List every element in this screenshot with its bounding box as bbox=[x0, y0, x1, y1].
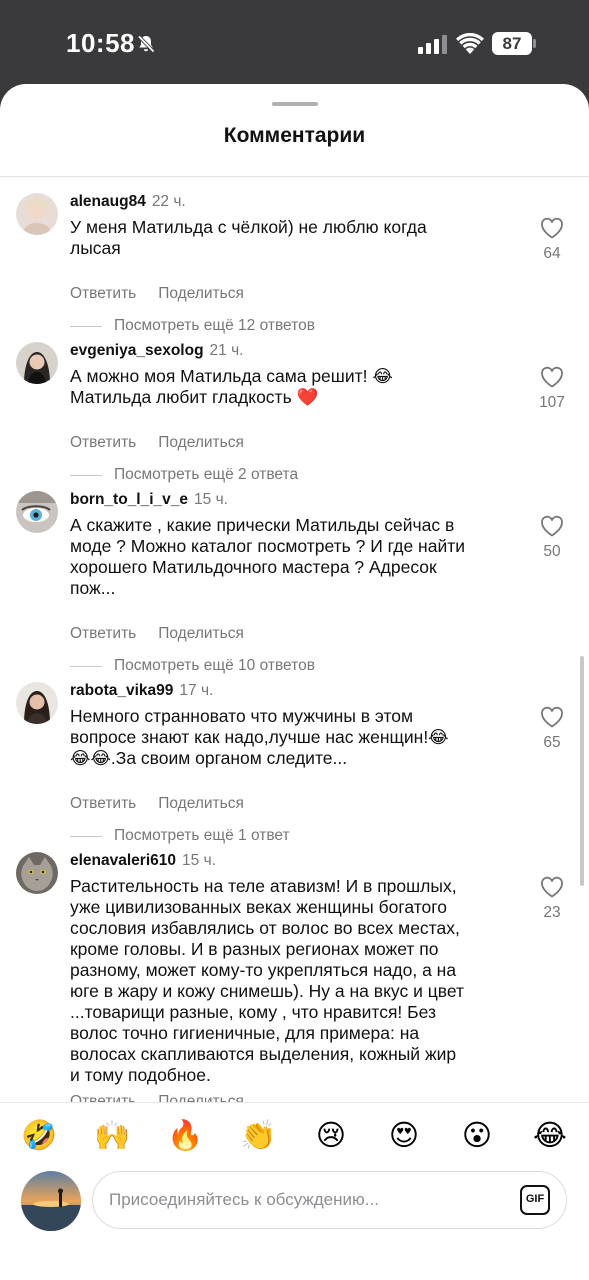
gif-button[interactable]: GIF bbox=[520, 1185, 550, 1215]
emoji-rofl[interactable]: 🤣 bbox=[21, 1117, 57, 1153]
reply-button[interactable]: Ответить bbox=[70, 434, 136, 451]
share-button[interactable]: Поделиться bbox=[158, 434, 244, 451]
comment-text: А можно моя Матильда сама решит! 😂 Матил… bbox=[70, 366, 393, 407]
comment-username[interactable]: evgeniya_sexolog 21 ч. bbox=[70, 342, 243, 360]
comment-timestamp: 15 ч. bbox=[194, 491, 228, 508]
avatar[interactable] bbox=[16, 682, 58, 724]
comment-username[interactable]: alenaug84 22 ч. bbox=[70, 193, 186, 211]
replies-line bbox=[70, 474, 102, 476]
status-bar: 10:58 87 bbox=[0, 0, 589, 84]
sheet-grabber[interactable] bbox=[272, 102, 318, 106]
comments-sheet: Комментарии alenaug84 22 ч. У меня Матиль… bbox=[0, 84, 589, 1280]
comment-actions: Ответить Поделиться bbox=[70, 1093, 266, 1102]
view-replies-link[interactable]: Посмотреть ещё 1 ответ bbox=[70, 827, 290, 845]
comment-username[interactable]: rabota_vika99 17 ч. bbox=[70, 682, 213, 700]
like-button[interactable]: 107 bbox=[533, 366, 571, 412]
share-button[interactable]: Поделиться bbox=[158, 625, 244, 642]
like-button[interactable]: 64 bbox=[533, 217, 571, 263]
avatar[interactable] bbox=[16, 193, 58, 235]
like-count: 64 bbox=[543, 245, 561, 262]
comment-actions: Ответить Поделиться bbox=[70, 285, 266, 303]
avatar[interactable] bbox=[16, 342, 58, 384]
emoji-quick-bar: 🤣 🙌 🔥 👏 😢 😍 😮 😂 bbox=[0, 1102, 589, 1168]
muted-bell-icon bbox=[136, 34, 156, 54]
reply-button[interactable]: Ответить bbox=[70, 625, 136, 642]
emoji-crying[interactable]: 😢 bbox=[313, 1117, 349, 1153]
heart-icon bbox=[541, 515, 563, 537]
status-time: 10:58 bbox=[66, 28, 135, 58]
reply-button[interactable]: Ответить bbox=[70, 795, 136, 812]
like-button[interactable]: 23 bbox=[533, 876, 571, 922]
comment-text: А скажите , какие прически Матильды сейч… bbox=[70, 515, 466, 598]
replies-line bbox=[70, 835, 102, 837]
like-count: 50 bbox=[543, 543, 561, 560]
comment-text: Растительность на теле атавизм! И в прош… bbox=[70, 876, 465, 1085]
avatar[interactable] bbox=[16, 852, 58, 894]
comment-timestamp: 21 ч. bbox=[209, 342, 244, 359]
scrollbar[interactable] bbox=[580, 656, 584, 886]
heart-icon bbox=[541, 706, 563, 728]
avatar[interactable] bbox=[16, 491, 58, 533]
comment-list[interactable]: alenaug84 22 ч. У меня Матильда с чёлкой)… bbox=[0, 177, 589, 1102]
emoji-laughing[interactable]: 😂 bbox=[532, 1117, 568, 1153]
comment-text: Немного странновато что мужчины в этом в… bbox=[70, 706, 449, 768]
comment-username[interactable]: born_to_l_i_v_e 15 ч. bbox=[70, 491, 228, 509]
my-avatar bbox=[21, 1171, 81, 1231]
emoji-surprised[interactable]: 😮 bbox=[459, 1117, 495, 1153]
like-count: 23 bbox=[543, 904, 561, 921]
like-count: 107 bbox=[539, 394, 565, 411]
replies-line bbox=[70, 665, 102, 667]
reply-button[interactable]: Ответить bbox=[70, 285, 136, 302]
heart-icon bbox=[541, 366, 563, 388]
share-button[interactable]: Поделиться bbox=[158, 795, 244, 812]
like-count: 65 bbox=[543, 734, 561, 751]
comment-timestamp: 22 ч. bbox=[151, 193, 186, 210]
comment-actions: Ответить Поделиться bbox=[70, 795, 266, 813]
comment-username[interactable]: elenavaleri610 15 ч. bbox=[70, 852, 216, 870]
heart-icon bbox=[541, 217, 563, 239]
sheet-title: Комментарии bbox=[223, 124, 366, 147]
share-button[interactable]: Поделиться bbox=[158, 285, 244, 302]
replies-line bbox=[70, 325, 102, 327]
emoji-fire[interactable]: 🔥 bbox=[167, 1117, 203, 1153]
share-button[interactable]: Поделиться bbox=[158, 1093, 244, 1102]
like-button[interactable]: 65 bbox=[533, 706, 571, 752]
emoji-raised-hands[interactable]: 🙌 bbox=[94, 1117, 130, 1153]
view-replies-link[interactable]: Посмотреть ещё 2 ответа bbox=[70, 466, 298, 484]
view-replies-link[interactable]: Посмотреть ещё 12 ответов bbox=[70, 317, 315, 335]
comment-timestamp: 15 ч. bbox=[182, 852, 216, 869]
emoji-clapping[interactable]: 👏 bbox=[240, 1117, 276, 1153]
comment-actions: Ответить Поделиться bbox=[70, 434, 266, 452]
comment-text: У меня Матильда с чёлкой) не люблю когда… bbox=[70, 217, 427, 258]
reply-button[interactable]: Ответить bbox=[70, 1093, 136, 1102]
emoji-heart-eyes[interactable]: 😍 bbox=[386, 1117, 422, 1153]
cellular-signal-icon bbox=[418, 34, 448, 54]
battery-level: 87 bbox=[502, 34, 522, 53]
view-replies-link[interactable]: Посмотреть ещё 10 ответов bbox=[70, 657, 315, 675]
wifi-icon bbox=[456, 32, 484, 54]
comment-timestamp: 17 ч. bbox=[179, 682, 214, 699]
comment-input-box[interactable]: GIF bbox=[92, 1171, 567, 1229]
comment-composer: GIF bbox=[0, 1168, 589, 1280]
comment-input[interactable] bbox=[109, 1172, 509, 1228]
like-button[interactable]: 50 bbox=[533, 515, 571, 561]
comment-actions: Ответить Поделиться bbox=[70, 625, 266, 643]
heart-icon bbox=[541, 876, 563, 898]
